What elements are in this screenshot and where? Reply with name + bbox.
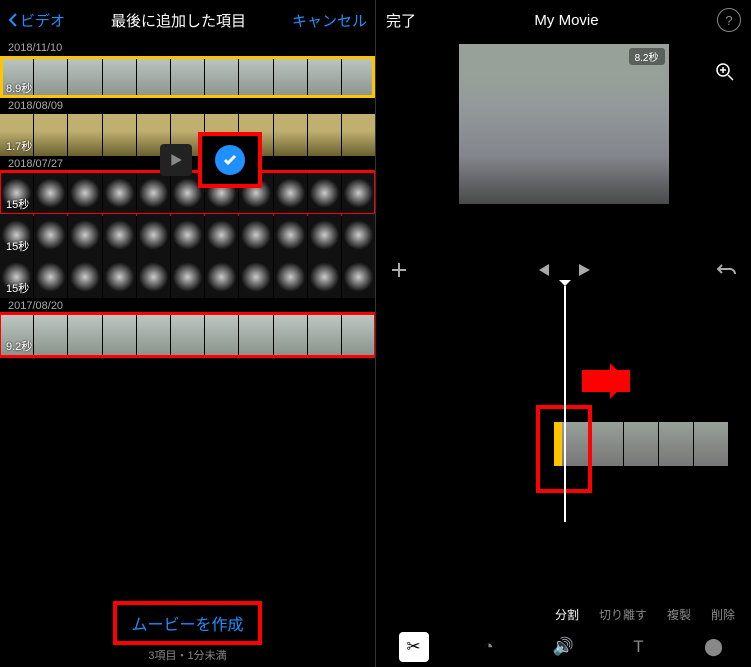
highlight-check (198, 132, 262, 188)
action-削除[interactable]: 削除 (711, 606, 735, 623)
clip-duration: 15秒 (6, 280, 29, 296)
help-button[interactable]: ? (717, 8, 741, 32)
cut-tool[interactable]: ✂ (399, 632, 429, 662)
editor-header: 完了 My Movie ? (376, 0, 751, 40)
filter-tool[interactable]: ⬤ (699, 632, 729, 662)
editor-toolbar: ✂ ◔ 🔊 T ⬤ (376, 627, 751, 667)
clip-actions: 分割 切り離す 複製 削除 (376, 606, 751, 623)
video-clip[interactable]: 8.9秒 (0, 56, 375, 98)
date-header: 2018/08/09 (0, 98, 375, 114)
date-header: 2017/08/20 (0, 298, 375, 314)
skip-start-button[interactable] (535, 263, 551, 282)
create-movie-button[interactable]: ムービーを作成 (113, 601, 261, 645)
video-preview[interactable]: 8.2秒 (459, 44, 669, 204)
selection-summary: 3項目・1分未満 (0, 647, 375, 663)
picker-footer: ムービーを作成 3項目・1分未満 (0, 593, 375, 667)
clip-duration: 15秒 (6, 238, 29, 254)
video-clip[interactable]: 15秒 (0, 214, 375, 256)
timeline[interactable] (376, 292, 751, 522)
cancel-button[interactable]: キャンセル (292, 10, 367, 31)
speed-tool[interactable]: ◔ (474, 632, 504, 662)
action-切り離す[interactable]: 切り離す (599, 606, 647, 623)
editor-pane: 完了 My Movie ? 8.2秒 分割 切り離す 複製 (376, 0, 751, 667)
clip-duration: 8.9秒 (6, 80, 32, 96)
picker-header: ビデオ 最後に追加した項目 キャンセル (0, 0, 375, 40)
back-label: ビデオ (20, 10, 65, 31)
video-clip[interactable]: 15秒 (0, 256, 375, 298)
clip-duration: 9.2秒 (6, 338, 32, 354)
back-button[interactable]: ビデオ (8, 10, 65, 31)
arrow-annotation (582, 370, 630, 392)
text-tool[interactable]: T (624, 632, 654, 662)
undo-button[interactable] (717, 263, 737, 282)
preview-play-button[interactable] (160, 144, 192, 176)
play-button[interactable] (577, 263, 591, 282)
date-header: 2018/11/10 (0, 40, 375, 56)
clip-action-controls (160, 132, 262, 188)
picker-title: 最後に追加した項目 (111, 10, 246, 31)
clip-duration: 1.7秒 (6, 138, 32, 154)
clip-duration: 15秒 (6, 196, 29, 212)
add-media-button[interactable] (390, 261, 408, 284)
playhead[interactable] (564, 286, 566, 522)
duration-badge: 8.2秒 (629, 48, 665, 65)
movie-title: My Movie (534, 12, 598, 29)
zoom-button[interactable] (715, 62, 735, 87)
action-複製[interactable]: 複製 (667, 606, 691, 623)
media-picker-pane: ビデオ 最後に追加した項目 キャンセル 2018/11/10 8.9秒 2018/0… (0, 0, 376, 667)
action-分割[interactable]: 分割 (555, 606, 579, 623)
video-clip[interactable]: 9.2秒 (0, 314, 375, 356)
done-button[interactable]: 完了 (386, 10, 416, 31)
volume-tool[interactable]: 🔊 (549, 632, 579, 662)
select-check-button[interactable] (215, 145, 245, 175)
